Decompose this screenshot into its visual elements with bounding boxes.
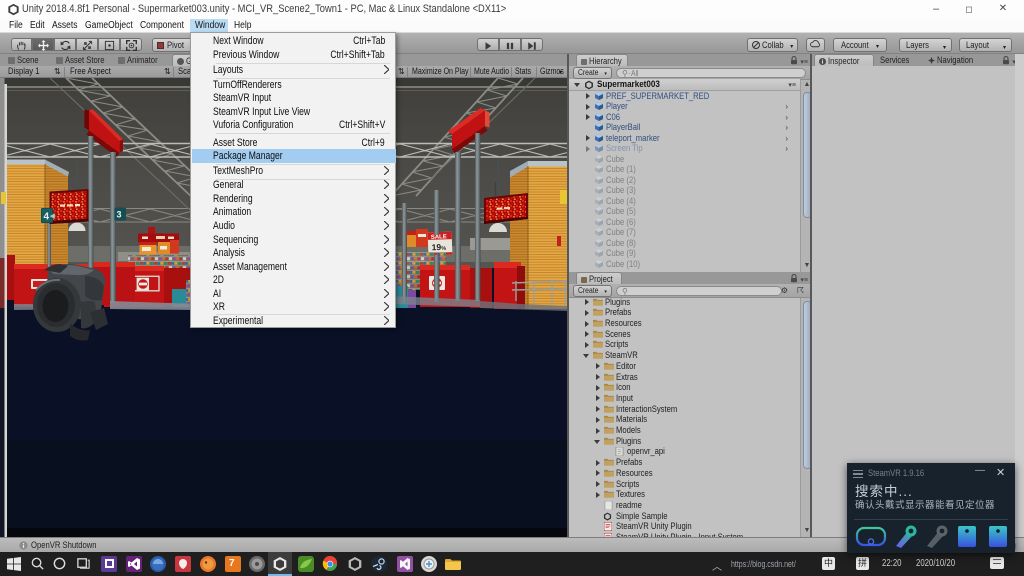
svg-text:◀: ◀ [50,213,56,220]
svg-text:3: 3 [117,210,122,220]
svg-text:SALE: SALE [431,234,447,241]
